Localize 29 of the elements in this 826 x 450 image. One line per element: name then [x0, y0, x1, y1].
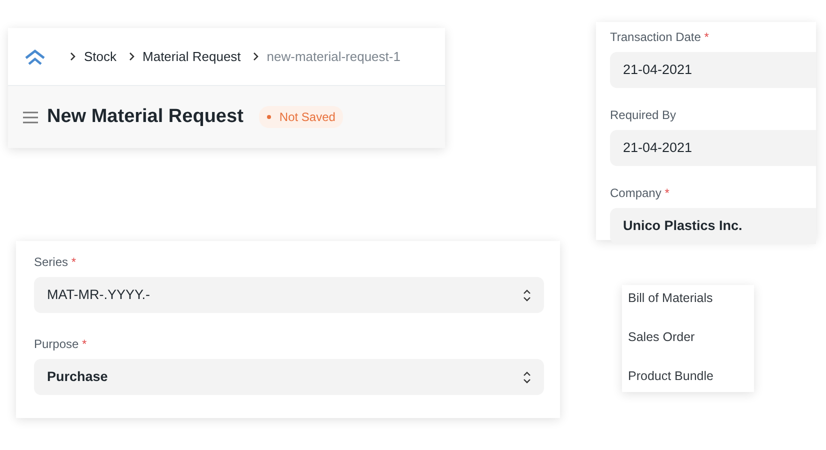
- menu-item[interactable]: Product Bundle: [628, 367, 748, 406]
- menu-item[interactable]: Sales Order: [628, 328, 748, 367]
- field-label: Transaction Date *: [610, 29, 710, 46]
- required-mark: *: [704, 30, 709, 44]
- required-mark: *: [71, 255, 76, 269]
- breadcrumb-link[interactable]: new-material-request-1: [266, 46, 400, 66]
- input-field[interactable]: 21-04-2021: [610, 130, 816, 166]
- status-indicator: Not Saved: [259, 106, 344, 128]
- field-label: Required By: [610, 107, 678, 124]
- breadcrumb-link[interactable]: Stock: [84, 46, 117, 66]
- menu-item[interactable]: Bill of Materials: [628, 289, 748, 328]
- page-title: New Material Request: [47, 106, 244, 128]
- input-field[interactable]: 21-04-2021: [610, 52, 816, 88]
- input-field[interactable]: MAT-MR-.YYYY.-: [34, 277, 544, 313]
- up-down-arrows-icon: [523, 370, 531, 384]
- field-label: Company *: [610, 185, 670, 202]
- input-field[interactable]: Unico Plastics Inc.: [610, 208, 816, 244]
- field-label: Purpose *: [34, 336, 88, 353]
- chevron-right-icon: [252, 52, 259, 61]
- up-down-arrows-icon: [523, 288, 531, 302]
- field-label: Series *: [34, 254, 78, 271]
- chevron-right-icon: [70, 52, 76, 61]
- input-field[interactable]: Purchase: [34, 359, 544, 395]
- required-mark: *: [82, 337, 87, 351]
- logo-icon[interactable]: [24, 48, 46, 64]
- required-mark: *: [664, 186, 670, 200]
- chevron-right-icon: [128, 52, 135, 61]
- menu-icon[interactable]: [22, 110, 39, 124]
- breadcrumb-link[interactable]: Material Request: [142, 46, 241, 66]
